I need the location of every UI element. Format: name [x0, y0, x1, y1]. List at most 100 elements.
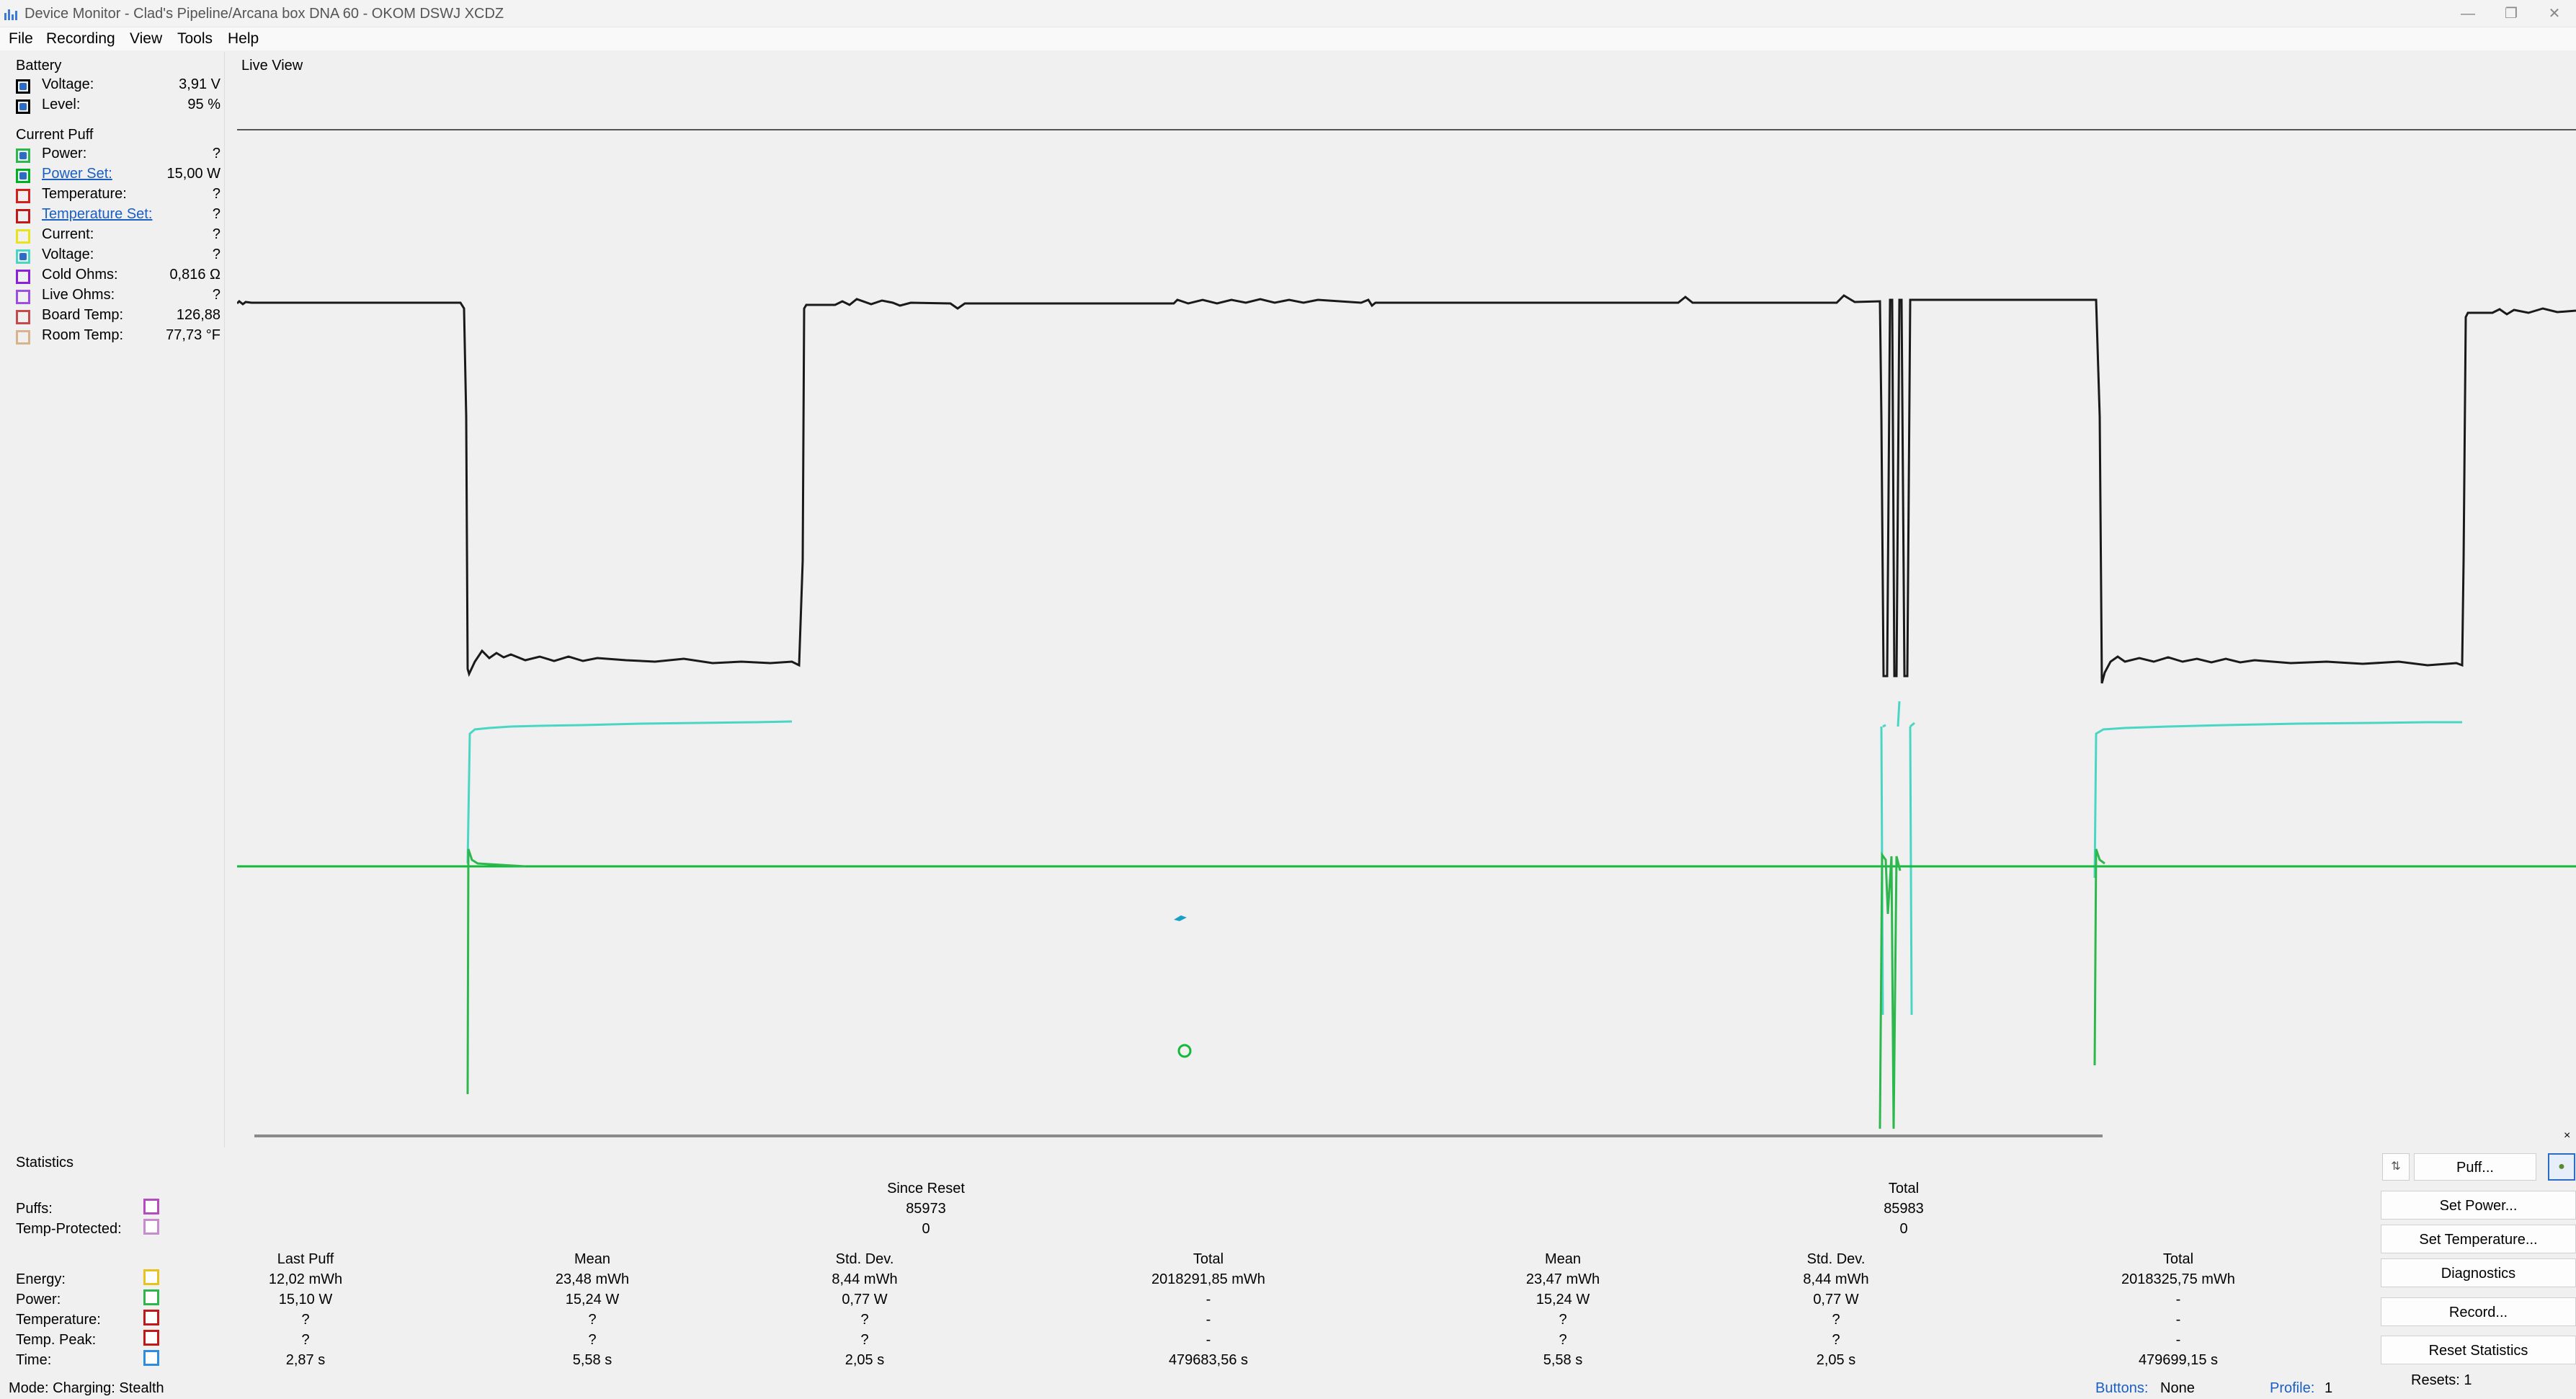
set-temperature-button[interactable]: Set Temperature...	[2381, 1225, 2576, 1253]
plot-options-icon[interactable]: ⇅	[2382, 1153, 2410, 1181]
trace-checkbox[interactable]	[16, 209, 30, 223]
close-button[interactable]: ✕	[2536, 3, 2572, 25]
sensor-label: Cold Ohms:	[42, 267, 118, 283]
sensor-value: ?	[212, 247, 220, 262]
marker-cyan	[1174, 915, 1187, 921]
title-bar: Device Monitor - Clad's Pipeline/Arcana …	[0, 0, 2576, 27]
mode-status: Mode: Charging: Stealth	[9, 1380, 164, 1396]
sensor-value: ?	[212, 287, 220, 303]
stat-row-label: Temperature:	[16, 1312, 101, 1328]
sensor-label: Live Ohms:	[42, 287, 115, 303]
temp-protected-label: Temp-Protected:	[16, 1221, 122, 1237]
trace-checkbox[interactable]	[16, 148, 30, 163]
sensor-value: ?	[212, 186, 220, 202]
temp-protected-total: 0	[1899, 1221, 1908, 1237]
stat-cell: 12,02 mWh	[268, 1271, 343, 1287]
sensor-row: Live Ohms:?	[13, 287, 228, 306]
trace-checkbox[interactable]	[16, 290, 30, 304]
restore-button[interactable]: ❐	[2493, 3, 2529, 25]
stat-cell: -	[2175, 1332, 2181, 1348]
sensor-value: 0,816 Ω	[169, 267, 220, 283]
sensor-row: Room Temp: 77,73 °F	[13, 327, 228, 346]
stat-cell: 2018291,85 mWh	[1151, 1271, 1265, 1287]
battery-header: Battery	[16, 58, 62, 74]
stat-cell: 15,24 W	[1536, 1292, 1590, 1307]
stat-cell: -	[1205, 1292, 1211, 1307]
total-label: Total	[1888, 1181, 1920, 1196]
stat-color-swatch[interactable]	[143, 1330, 159, 1346]
reset-statistics-button[interactable]: Reset Statistics	[2381, 1336, 2576, 1364]
sensor-label: Power:	[42, 146, 87, 161]
sensor-label: Voltage:	[42, 247, 94, 262]
trace-checkbox[interactable]	[16, 169, 30, 183]
puff-button[interactable]: Puff...	[2414, 1153, 2536, 1181]
sensor-row: Voltage: 3,91 V	[13, 76, 228, 95]
stat-cell: 2,05 s	[844, 1352, 885, 1368]
action-buttons: ⇅ Puff... ● Set Power... Set Temperature…	[2379, 1150, 2576, 1399]
trace-checkbox[interactable]	[16, 229, 30, 244]
scrollbar-close-icon[interactable]: ×	[2564, 1129, 2570, 1142]
temp-protected-color-swatch[interactable]	[143, 1219, 159, 1235]
stat-cell: ?	[1832, 1312, 1840, 1328]
sensor-value: ?	[212, 206, 220, 222]
stat-color-swatch[interactable]	[143, 1310, 159, 1325]
diagnostics-button[interactable]: Diagnostics	[2381, 1258, 2576, 1287]
sensor-row: Cold Ohms: 0,816 Ω	[13, 267, 228, 285]
stat-cell: ?	[588, 1312, 597, 1328]
trace-checkbox[interactable]	[16, 270, 30, 284]
sensor-link-label[interactable]: Power Set:	[42, 166, 112, 182]
statistics-header: Statistics	[16, 1155, 74, 1171]
stat-color-swatch[interactable]	[143, 1350, 159, 1366]
lock-icon[interactable]: ●	[2548, 1153, 2575, 1181]
puffs-label: Puffs:	[16, 1201, 53, 1217]
minimize-button[interactable]: —	[2450, 3, 2486, 25]
sensor-value: 77,73 °F	[166, 327, 220, 343]
stat-color-swatch[interactable]	[143, 1269, 159, 1285]
sensor-value: 126,88	[176, 307, 220, 323]
trace-checkbox[interactable]	[16, 310, 30, 324]
stat-cell: ?	[1832, 1332, 1840, 1348]
trace-checkbox[interactable]	[16, 249, 30, 264]
stat-row-label: Temp. Peak:	[16, 1332, 97, 1348]
stat-color-swatch[interactable]	[143, 1289, 159, 1305]
sensor-row: Current:?	[13, 226, 228, 245]
stat-cell: 2,05 s	[1816, 1352, 1856, 1368]
menu-file[interactable]: File	[9, 27, 33, 50]
trace-checkbox[interactable]	[16, 99, 30, 114]
status-bar: Mode: Charging: Stealth Buttons: None Pr…	[0, 1380, 2576, 1399]
menu-view[interactable]: View	[130, 27, 162, 50]
stat-cell: 23,47 mWh	[1525, 1271, 1600, 1287]
puffs-color-swatch[interactable]	[143, 1199, 159, 1214]
set-power-button[interactable]: Set Power...	[2381, 1191, 2576, 1220]
trace-checkbox[interactable]	[16, 189, 30, 203]
battery-voltage-trace	[237, 294, 2576, 684]
statistics-panel: Statistics Since Reset Total Puffs: Temp…	[9, 1153, 2379, 1399]
menu-tools[interactable]: Tools	[177, 27, 213, 50]
puffs-since-reset: 85973	[906, 1201, 946, 1217]
stat-cell: 2018325,75 mWh	[2121, 1271, 2235, 1287]
stat-cell: ?	[301, 1312, 310, 1328]
menu-help[interactable]: Help	[228, 27, 259, 50]
sensor-value: 3,91 V	[179, 76, 220, 92]
stat-cell: 8,44 mWh	[1803, 1271, 1869, 1287]
since-reset-label: Since Reset	[887, 1181, 965, 1196]
stat-row-label: Power:	[16, 1292, 61, 1307]
sensor-row: Power Set: 15,00 W	[13, 166, 228, 185]
stat-cell: ?	[301, 1332, 310, 1348]
stat-cell: ?	[860, 1312, 869, 1328]
buttons-status-value: None	[2160, 1380, 2195, 1396]
stat-cell: ?	[1559, 1312, 1567, 1328]
menu-recording[interactable]: Recording	[46, 27, 115, 50]
trace-checkbox[interactable]	[16, 79, 30, 94]
stat-cell: ?	[860, 1332, 869, 1348]
trace-checkbox[interactable]	[16, 330, 30, 345]
live-chart	[237, 129, 2576, 1137]
record-button[interactable]: Record...	[2381, 1297, 2576, 1326]
sensor-link-label[interactable]: Temperature Set:	[42, 206, 152, 223]
stat-cell: 479683,56 s	[1168, 1352, 1249, 1368]
stat-column-header: Mean	[1544, 1251, 1582, 1267]
sensor-value: ?	[212, 146, 220, 161]
buttons-status-label: Buttons:	[2095, 1380, 2149, 1396]
stat-column-header: Std. Dev.	[835, 1251, 894, 1267]
sensor-label: Temperature:	[42, 186, 127, 202]
